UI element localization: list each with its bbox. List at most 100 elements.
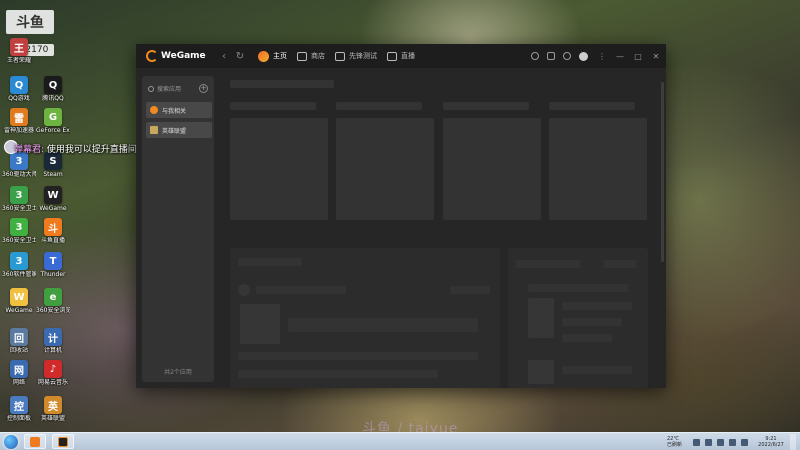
titlebar: WeGame ‹ ↻ 主页 商店 先锋测试 直播 ⋮ — □ ✕ xyxy=(136,44,666,68)
desktop-shortcut[interactable]: 3 360驱动大师 xyxy=(2,152,36,178)
related-icon xyxy=(150,106,158,114)
desktop-shortcut-label: 雷神加速器 xyxy=(3,127,34,134)
desktop-shortcut[interactable]: T Thunder xyxy=(36,252,70,278)
desktop-shortcut[interactable]: 雷雷神加速器 xyxy=(2,108,36,134)
skeleton-thumb xyxy=(528,360,554,384)
desktop-shortcut-label: 腾讯QQ xyxy=(42,95,64,102)
search-icon xyxy=(148,85,154,92)
skeleton-thumb xyxy=(240,304,280,344)
network-icon: 网 xyxy=(10,360,28,378)
nvidia-icon[interactable] xyxy=(741,438,748,446)
nvidia-icon: G xyxy=(44,108,62,126)
skeleton-line xyxy=(238,352,478,360)
skeleton-line xyxy=(528,284,628,292)
skeleton-label xyxy=(336,102,422,110)
desktop-shortcut[interactable]: W WeGame xyxy=(36,186,70,212)
sidebar-item-related[interactable]: 与我相关 xyxy=(146,102,212,118)
lol-icon: 英 xyxy=(44,396,62,414)
shield-icon: 3 xyxy=(10,218,28,236)
desktop-shortcut[interactable]: 网网络 xyxy=(2,360,36,386)
desktop-shortcut[interactable]: S Steam xyxy=(36,152,70,178)
skeleton-line xyxy=(604,260,636,268)
tab-store[interactable]: 商店 xyxy=(297,44,325,68)
desktop-shortcut-label: 计算机 xyxy=(43,347,62,354)
network-icon[interactable] xyxy=(717,438,724,446)
skeleton-line xyxy=(238,258,302,266)
keyboard-icon[interactable] xyxy=(705,438,712,446)
desktop-shortcut-label: GeForce Experience xyxy=(36,127,70,134)
taskbar-app-wegame[interactable] xyxy=(52,434,74,449)
skeleton-line xyxy=(562,302,632,310)
douyu-icon xyxy=(30,436,40,447)
recycle-bin-icon: 回 xyxy=(10,328,28,346)
store-icon xyxy=(297,51,307,61)
friends-icon[interactable] xyxy=(563,52,571,60)
taskbar-app-douyu[interactable] xyxy=(24,434,46,449)
skeleton-card xyxy=(230,118,328,220)
douyu-overlay-logo: 斗鱼 xyxy=(6,10,54,34)
lol-icon xyxy=(150,126,158,134)
back-arrow-icon[interactable]: ‹ xyxy=(216,51,232,62)
wegame-logo-icon xyxy=(146,50,158,62)
desktop-shortcut-label: Steam xyxy=(43,171,63,178)
desktop-shortcut[interactable]: 控控制面板 xyxy=(2,396,36,422)
desktop-shortcut[interactable]: 斗斗鱼直播 xyxy=(36,218,70,244)
close-icon[interactable]: ✕ xyxy=(652,52,660,61)
test-icon xyxy=(335,51,345,61)
qq-icon: Q xyxy=(44,76,62,94)
skeleton-label xyxy=(549,102,635,110)
library-sidebar: 搜索应用 + 与我相关 英雄联盟 共2个应用 xyxy=(142,76,214,382)
desktop-shortcut[interactable]: 3 360软件管家 xyxy=(2,252,36,278)
live-icon xyxy=(387,51,397,61)
clock[interactable]: 9:21 2022/6/27 xyxy=(756,436,786,448)
desktop-shortcut-label: 回收站 xyxy=(9,347,28,354)
show-desktop-button[interactable] xyxy=(790,434,796,450)
desktop-shortcut[interactable]: 3 360安全卫士 xyxy=(2,218,36,244)
desktop-shortcut[interactable]: Q 腾讯QQ xyxy=(36,76,70,102)
user-avatar[interactable] xyxy=(579,51,588,61)
shield-icon: 3 xyxy=(10,186,28,204)
scrollbar[interactable] xyxy=(661,82,664,262)
desktop-shortcut[interactable]: ♪ 网易云音乐 xyxy=(36,360,70,386)
desktop-shortcut-label: 英雄联盟 xyxy=(40,415,65,422)
desktop-shortcut[interactable]: 英英雄联盟 xyxy=(36,396,70,422)
add-app-button[interactable]: + xyxy=(199,84,208,93)
skeleton-line xyxy=(238,370,438,378)
wegame-logo[interactable]: WeGame xyxy=(146,50,216,62)
sidebar-item-lol[interactable]: 英雄联盟 xyxy=(146,122,212,138)
message-icon[interactable] xyxy=(547,52,555,60)
refresh-icon[interactable]: ↻ xyxy=(232,51,248,62)
tab-home[interactable]: 主页 xyxy=(258,44,287,68)
skeleton-side-panel xyxy=(508,248,648,388)
skeleton-card xyxy=(443,118,541,220)
app-count: 共2个应用 xyxy=(164,369,192,376)
desktop-shortcut[interactable]: GGeForce Experience xyxy=(36,108,70,134)
qq-game-icon: Q xyxy=(10,76,28,94)
tray-app-icon[interactable] xyxy=(693,438,700,446)
taskbar: 22℃ 已刷新 9:21 2022/6/27 xyxy=(0,432,800,450)
desktop-shortcut[interactable]: 回回收站 xyxy=(2,328,36,354)
minimize-icon[interactable]: — xyxy=(616,52,624,61)
desktop-shortcut-label: 网络 xyxy=(12,379,25,386)
desktop-shortcut[interactable]: 3 360安全卫士 xyxy=(2,186,36,212)
volume-icon[interactable] xyxy=(729,438,736,446)
maximize-icon[interactable]: □ xyxy=(634,52,642,61)
browser-icon: e xyxy=(44,288,62,306)
gift-icon[interactable] xyxy=(531,52,539,60)
skeleton-avatar xyxy=(238,284,250,296)
tab-live[interactable]: 直播 xyxy=(387,44,415,68)
weather-widget[interactable]: 22℃ 已刷新 xyxy=(667,436,682,448)
search-input[interactable]: 搜索应用 xyxy=(148,82,196,95)
desktop-shortcut-label: WeGame xyxy=(5,307,33,314)
desktop-shortcut[interactable]: W WeGame xyxy=(2,288,36,314)
desktop-shortcut[interactable]: 计计算机 xyxy=(36,328,70,354)
desktop-shortcut[interactable]: 王王者荣耀 xyxy=(2,38,36,64)
chat-nick: 弹幕君: xyxy=(14,145,45,155)
tab-pioneer-test[interactable]: 先锋测试 xyxy=(335,44,377,68)
menu-icon[interactable]: ⋮ xyxy=(598,52,606,61)
desktop-shortcut[interactable]: Q QQ游戏 xyxy=(2,76,36,102)
skeleton-line xyxy=(562,334,612,342)
start-button[interactable] xyxy=(4,434,18,449)
desktop-shortcut[interactable]: e360安全浏览器 xyxy=(36,288,70,314)
wegame-window: WeGame ‹ ↻ 主页 商店 先锋测试 直播 ⋮ — □ ✕ 搜索应用 + … xyxy=(136,44,666,388)
